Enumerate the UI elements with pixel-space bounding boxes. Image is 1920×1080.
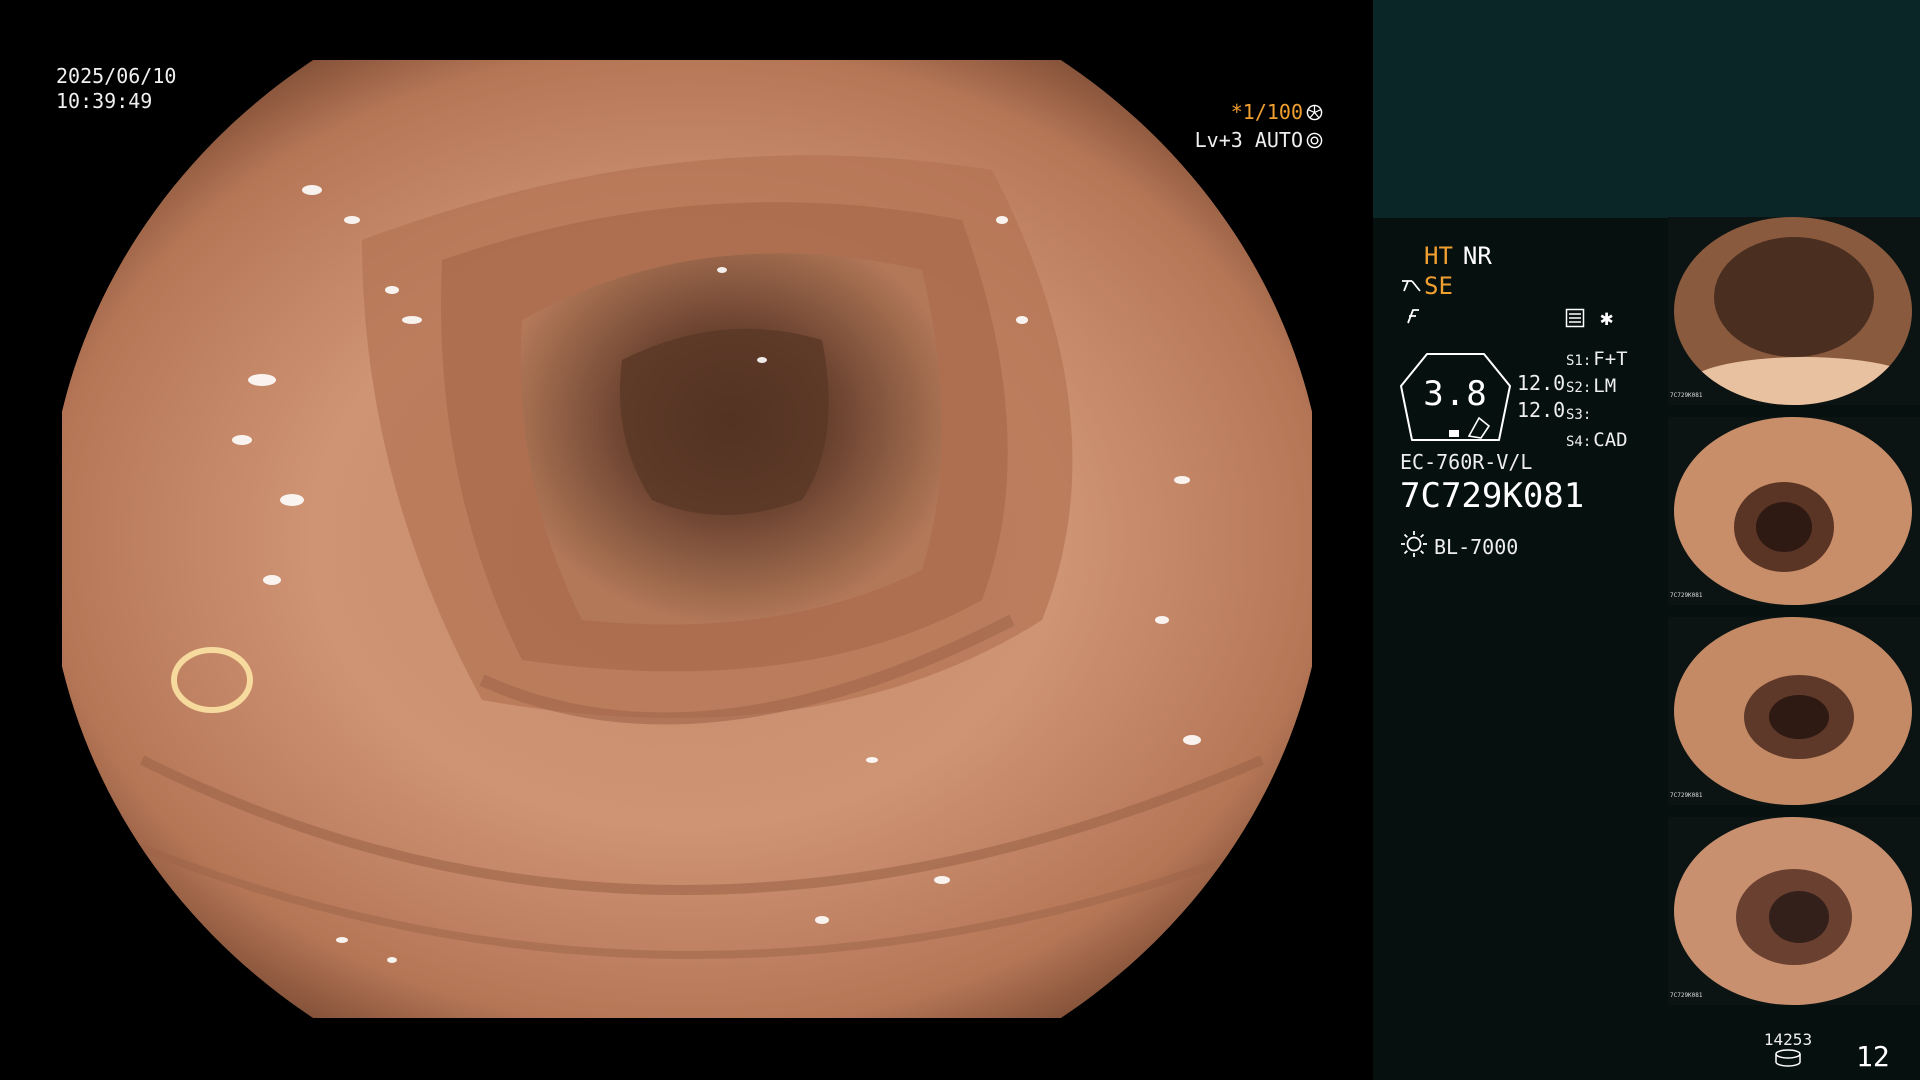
- light-source-row: BL-7000: [1400, 530, 1518, 563]
- dial-readout: 12.0: [1517, 371, 1566, 395]
- setting-value: CAD: [1593, 429, 1628, 451]
- light-source-icon: [1400, 530, 1428, 563]
- thumbnail[interactable]: 7C729K081: [1668, 617, 1920, 805]
- page-number: 12: [1856, 1040, 1890, 1073]
- storage-icon: [1775, 1049, 1801, 1067]
- enhancement-modes: HT NR: [1424, 242, 1492, 270]
- setting-value: F+T: [1593, 348, 1628, 370]
- zoom-dial: 3.8: [1399, 352, 1512, 442]
- datetime: 2025/06/10 10:39:49: [56, 64, 176, 114]
- switch-settings: S1: F+T S2: LM S3: S4: CAD: [1566, 347, 1628, 455]
- setting-key: S2:: [1566, 380, 1592, 396]
- captured-thumbnails: 7C729K081 7C729K081 7C729K081 7C729K081: [1668, 217, 1920, 1017]
- setting-row: S4: CAD: [1566, 428, 1628, 455]
- auto-iris-icon: [1306, 128, 1323, 149]
- setting-key: S1:: [1566, 353, 1592, 369]
- shutter-speed: *1/100: [1230, 100, 1303, 124]
- time-text: 10:39:49: [56, 89, 153, 113]
- endoscope-live-image: [62, 60, 1312, 1018]
- setting-key: S4:: [1566, 434, 1592, 450]
- thumbnail-label: 7C729K081: [1670, 392, 1703, 399]
- thumbnail-image: [1674, 217, 1912, 405]
- exposure-info: *1/100 Lv+3 AUTO: [1195, 98, 1323, 154]
- structure-enhance-icon: [1400, 277, 1422, 295]
- thumbnail-label: 7C729K081: [1670, 992, 1703, 999]
- thumbnail-image: [1674, 417, 1912, 605]
- dial-readouts: 12.0 12.0: [1517, 370, 1565, 424]
- setting-value: LM: [1593, 375, 1617, 397]
- thumbnail-label: 7C729K081: [1670, 592, 1703, 599]
- thumbnail-image: [1674, 817, 1912, 1005]
- settings-list-icon: [1565, 308, 1585, 328]
- thumbnail-image: [1674, 617, 1912, 805]
- ht-mode: HT: [1424, 242, 1453, 270]
- dial-value: 3.8: [1423, 374, 1488, 414]
- image-counter: 14253: [1758, 1030, 1818, 1067]
- se-mode: SE: [1424, 272, 1453, 300]
- scope-serial: 7C729K081: [1400, 476, 1585, 516]
- setting-row: S3:: [1566, 401, 1628, 428]
- panel-header-area: [1373, 0, 1920, 218]
- light-level: Lv+3 AUTO: [1194, 128, 1303, 152]
- dial-readout: 12.0: [1517, 398, 1566, 422]
- image-count: 14253: [1763, 1030, 1813, 1049]
- thumbnail[interactable]: 7C729K081: [1668, 217, 1920, 405]
- nr-mode: NR: [1462, 242, 1492, 270]
- setting-row: S2: LM: [1566, 374, 1628, 401]
- asterisk-icon: ✱: [1600, 306, 1614, 331]
- thumbnail[interactable]: 7C729K081: [1668, 817, 1920, 1005]
- thumbnail-label: 7C729K081: [1670, 792, 1703, 799]
- scope-model: EC-760R-V/L: [1400, 450, 1533, 474]
- thumbnail[interactable]: 7C729K081: [1668, 417, 1920, 605]
- color-enhance-icon: [1402, 305, 1424, 327]
- setting-key: S3:: [1566, 407, 1592, 423]
- date-text: 2025/06/10: [56, 64, 177, 88]
- setting-row: S1: F+T: [1566, 347, 1628, 374]
- aperture-icon: [1306, 100, 1323, 121]
- light-source-name: BL-7000: [1434, 534, 1519, 559]
- se-mode-row: SE: [1400, 272, 1453, 300]
- main-endoscope-view: 2025/06/10 10:39:49 *1/100 Lv+3 AUTO: [0, 0, 1373, 1080]
